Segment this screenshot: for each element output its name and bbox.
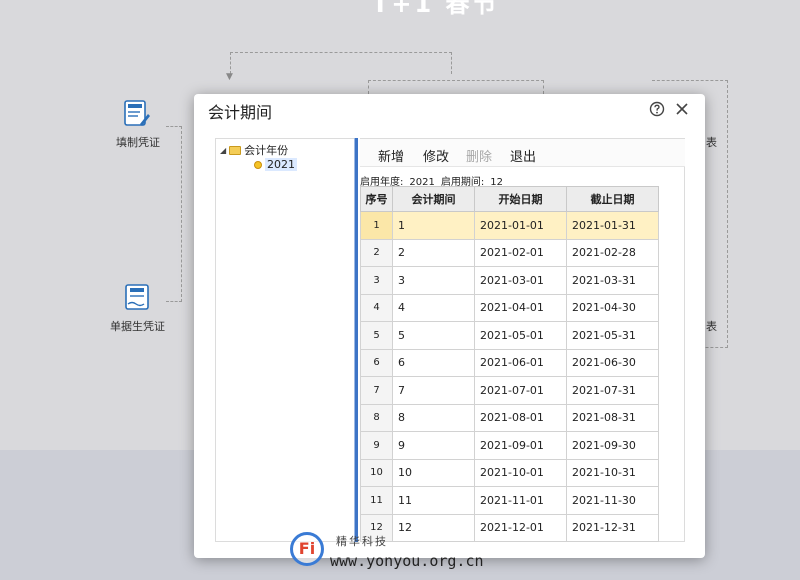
cell-start-date[interactable]: 2021-11-01 xyxy=(474,486,567,515)
table-row[interactable]: 4 4 2021-04-01 2021-04-30 xyxy=(360,293,659,322)
folder-icon xyxy=(229,145,242,155)
accounting-period-dialog: 会计期间 ◢ 会计年份 2021 新增 修改 删除 退出 启用年度: 2021 … xyxy=(194,94,705,558)
cell-index[interactable]: 11 xyxy=(360,486,393,515)
cell-end-date[interactable]: 2021-09-30 xyxy=(566,431,659,460)
tree-root-label: 会计年份 xyxy=(244,144,289,157)
cell-start-date[interactable]: 2021-10-01 xyxy=(474,458,567,487)
cell-start-date[interactable]: 2021-05-01 xyxy=(474,321,567,350)
period-panel: 新增 修改 删除 退出 启用年度: 2021 启用期间: 12 序号 会计期间 开始日… xyxy=(360,138,685,542)
cell-end-date[interactable]: 2021-10-31 xyxy=(566,458,659,487)
table-row[interactable]: 6 6 2021-06-01 2021-06-30 xyxy=(360,348,659,377)
table-row[interactable]: 12 12 2021-12-01 2021-12-31 xyxy=(360,513,659,542)
cell-end-date[interactable]: 2021-11-30 xyxy=(566,486,659,515)
voucher-icon[interactable] xyxy=(122,98,152,128)
cell-end-date[interactable]: 2021-03-31 xyxy=(566,266,659,295)
flow-connector xyxy=(368,80,544,94)
delete-button[interactable]: 删除 xyxy=(466,146,492,165)
cell-start-date[interactable]: 2021-02-01 xyxy=(474,238,567,267)
cell-period[interactable]: 2 xyxy=(392,238,475,267)
header-end-date[interactable]: 截止日期 xyxy=(566,186,659,212)
cell-start-date[interactable]: 2021-07-01 xyxy=(474,376,567,405)
cell-period[interactable]: 11 xyxy=(392,486,475,515)
cell-period[interactable]: 5 xyxy=(392,321,475,350)
period-table: 序号 会计期间 开始日期 截止日期 1 1 2021-01-01 2021-01-31… xyxy=(360,186,659,542)
cell-period[interactable]: 8 xyxy=(392,403,475,432)
cell-start-date[interactable]: 2021-03-01 xyxy=(474,266,567,295)
cell-end-date[interactable]: 2021-12-31 xyxy=(566,513,659,542)
caret-down-icon[interactable]: ◢ xyxy=(220,146,226,155)
cell-index[interactable]: 3 xyxy=(360,266,393,295)
cell-start-date[interactable]: 2021-04-01 xyxy=(474,293,567,322)
cell-end-date[interactable]: 2021-04-30 xyxy=(566,293,659,322)
toolbar: 新增 修改 删除 退出 xyxy=(360,139,685,167)
cell-end-date[interactable]: 2021-07-31 xyxy=(566,376,659,405)
tree-child-label: 2021 xyxy=(265,158,297,171)
watermark-brand: 精华科技 xyxy=(336,535,388,548)
cell-start-date[interactable]: 2021-08-01 xyxy=(474,403,567,432)
background-title: T+1 春节 xyxy=(372,0,500,18)
cell-index[interactable]: 6 xyxy=(360,348,393,377)
cell-period[interactable]: 3 xyxy=(392,266,475,295)
table-row[interactable]: 10 10 2021-10-01 2021-10-31 xyxy=(360,458,659,487)
cell-index[interactable]: 5 xyxy=(360,321,393,350)
help-icon[interactable] xyxy=(649,98,665,122)
panel-splitter[interactable] xyxy=(354,138,358,542)
table-row[interactable]: 9 9 2021-09-01 2021-09-30 xyxy=(360,431,659,460)
cell-index[interactable]: 8 xyxy=(360,403,393,432)
header-index[interactable]: 序号 xyxy=(360,186,393,212)
cell-end-date[interactable]: 2021-08-31 xyxy=(566,403,659,432)
fill-voucher-label[interactable]: 填制凭证 xyxy=(116,134,160,150)
table-row[interactable]: 8 8 2021-08-01 2021-08-31 xyxy=(360,403,659,432)
cell-index[interactable]: 2 xyxy=(360,238,393,267)
edit-button[interactable]: 修改 xyxy=(423,146,449,165)
table-row[interactable]: 7 7 2021-07-01 2021-07-31 xyxy=(360,376,659,405)
cell-end-date[interactable]: 2021-05-31 xyxy=(566,321,659,350)
fiscal-year-tree: ◢ 会计年份 2021 xyxy=(215,138,357,542)
cell-start-date[interactable]: 2021-06-01 xyxy=(474,348,567,377)
flow-connector xyxy=(166,126,182,302)
arrow-down-icon: ▼ xyxy=(226,72,233,82)
report-label-top[interactable]: 表 xyxy=(706,134,717,150)
flow-connector xyxy=(230,52,452,74)
cell-period[interactable]: 1 xyxy=(392,211,475,240)
cell-index[interactable]: 9 xyxy=(360,431,393,460)
header-start-date[interactable]: 开始日期 xyxy=(474,186,567,212)
cell-start-date[interactable]: 2021-12-01 xyxy=(474,513,567,542)
cell-index[interactable]: 7 xyxy=(360,376,393,405)
year-dot-icon xyxy=(254,160,262,169)
cell-index[interactable]: 10 xyxy=(360,458,393,487)
exit-button[interactable]: 退出 xyxy=(510,146,536,165)
tree-node-2021[interactable]: 2021 xyxy=(254,158,297,171)
cell-index[interactable]: 1 xyxy=(360,211,393,240)
tree-node-fiscal-year[interactable]: ◢ 会计年份 xyxy=(220,142,288,158)
table-row[interactable]: 2 2 2021-02-01 2021-02-28 xyxy=(360,238,659,267)
cell-start-date[interactable]: 2021-09-01 xyxy=(474,431,567,460)
cell-period[interactable]: 7 xyxy=(392,376,475,405)
cell-period[interactable]: 9 xyxy=(392,431,475,460)
cell-end-date[interactable]: 2021-06-30 xyxy=(566,348,659,377)
cell-period[interactable]: 4 xyxy=(392,293,475,322)
table-row[interactable]: 1 1 2021-01-01 2021-01-31 xyxy=(360,211,659,240)
cell-start-date[interactable]: 2021-01-01 xyxy=(474,211,567,240)
dialog-title: 会计期间 xyxy=(208,103,273,122)
cell-end-date[interactable]: 2021-02-28 xyxy=(566,238,659,267)
report-label-bottom[interactable]: 表 xyxy=(706,318,717,334)
header-period[interactable]: 会计期间 xyxy=(392,186,475,212)
cell-end-date[interactable]: 2021-01-31 xyxy=(566,211,659,240)
add-button[interactable]: 新增 xyxy=(378,146,404,165)
cell-period[interactable]: 6 xyxy=(392,348,475,377)
cell-period[interactable]: 12 xyxy=(392,513,475,542)
document-voucher-label[interactable]: 单据生凭证 xyxy=(110,318,165,334)
table-row[interactable]: 11 11 2021-11-01 2021-11-30 xyxy=(360,486,659,515)
watermark-logo: Fi xyxy=(290,532,324,566)
document-voucher-icon[interactable] xyxy=(122,282,152,312)
cell-period[interactable]: 10 xyxy=(392,458,475,487)
cell-index[interactable]: 4 xyxy=(360,293,393,322)
watermark-url: www.yonyou.org.cn xyxy=(330,552,484,570)
close-icon[interactable] xyxy=(674,98,690,122)
table-row[interactable]: 5 5 2021-05-01 2021-05-31 xyxy=(360,321,659,350)
table-row[interactable]: 3 3 2021-03-01 2021-03-31 xyxy=(360,266,659,295)
